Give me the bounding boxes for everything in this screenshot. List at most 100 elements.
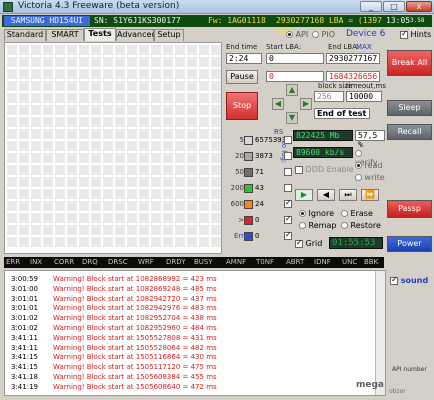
remap-radio[interactable]: Remap [299, 221, 336, 230]
pause-button[interactable]: Pause [226, 70, 258, 84]
sector-block [187, 225, 197, 235]
sector-block [199, 201, 209, 211]
ddd-enable-checkbox[interactable]: DDD Enable [295, 165, 354, 174]
erase-radio[interactable]: Erase [341, 209, 373, 218]
power-button[interactable]: Power [387, 236, 432, 252]
drive-serial: SN: S1Y6J1KS300177 [94, 16, 181, 25]
sector-block [163, 165, 173, 175]
drive-firmware: Fw: 1AG01118 [208, 16, 266, 25]
sector-block [187, 45, 197, 55]
log-time: 3:00:59 [11, 275, 38, 283]
sector-block [211, 105, 221, 115]
arrow-down-icon[interactable]: ▼ [286, 112, 298, 124]
stat-count: 3873 [255, 152, 273, 160]
api-number-label: API number [392, 366, 427, 373]
ignore-radio[interactable]: Ignore [299, 209, 334, 218]
drive-lba: 2930277168 LBA = (1397 GB) [276, 16, 382, 35]
passp-button[interactable]: Passp [387, 200, 432, 218]
log-time: 3:41:15 [11, 353, 38, 362]
sector-block [187, 153, 197, 163]
pio-radio[interactable]: PIO [312, 30, 335, 39]
start-lba-input[interactable]: 0 [266, 53, 324, 64]
stat-log-checkbox[interactable] [284, 184, 292, 192]
sector-block [151, 153, 161, 163]
play-button[interactable]: ▶ [295, 189, 313, 201]
sector-block [139, 69, 149, 79]
sector-block [175, 177, 185, 187]
sector-block [139, 225, 149, 235]
sector-block [175, 237, 185, 247]
sector-block [79, 153, 89, 163]
sector-block [211, 237, 221, 247]
sector-block [31, 81, 41, 91]
sector-block [139, 57, 149, 67]
block-size-select[interactable]: 256 [314, 91, 344, 102]
sector-block [163, 57, 173, 67]
sound-checkbox[interactable]: sound [390, 275, 428, 285]
end-lba-max[interactable]: MAX [356, 43, 372, 51]
break-all-button[interactable]: Break All [387, 50, 432, 76]
sector-block [79, 141, 89, 151]
stat-threshold: Err [233, 232, 244, 240]
sector-block [55, 189, 65, 199]
stat-row: >0 [224, 214, 292, 227]
arrow-right-icon[interactable]: ▶ [300, 98, 312, 110]
sector-block [43, 69, 53, 79]
arrow-left-icon[interactable]: ◀ [272, 98, 284, 110]
stat-log-checkbox[interactable] [284, 214, 292, 224]
stat-log-checkbox[interactable] [284, 230, 292, 240]
stat-log-checkbox[interactable] [284, 168, 292, 176]
write-radio[interactable]: write [355, 173, 385, 182]
sector-block [115, 45, 125, 55]
sleep-button[interactable]: Sleep [387, 100, 432, 116]
stat-row: Err 0 [224, 230, 292, 243]
timeout-select[interactable]: 10000 [346, 91, 382, 102]
sector-block [199, 105, 209, 115]
sector-block [127, 117, 137, 127]
log-scrollbar[interactable] [375, 271, 385, 395]
hints-checkbox[interactable]: Hints [400, 29, 431, 39]
sector-block [211, 213, 221, 223]
end-time-input[interactable]: 2:24 [226, 53, 262, 64]
sector-block [127, 69, 137, 79]
close-button[interactable]: x [406, 1, 432, 12]
sector-block [55, 45, 65, 55]
sector-block [19, 237, 29, 247]
tab-tests[interactable]: Tests [84, 28, 116, 41]
grid-checkbox[interactable]: Grid [295, 238, 322, 248]
end-action-select[interactable]: End of test [314, 108, 370, 119]
sector-block [199, 225, 209, 235]
maximize-button[interactable]: □ [383, 1, 405, 12]
timeout-label: timeout,ms [346, 82, 386, 90]
log-time: 3:01:01 [11, 304, 38, 313]
stat-log-checkbox[interactable] [284, 152, 292, 160]
current-lba: 1684326656 [326, 71, 380, 82]
tab-setup[interactable]: Setup [154, 29, 184, 41]
sector-block [115, 81, 125, 91]
stat-log-checkbox[interactable] [284, 136, 292, 144]
sector-block [7, 45, 17, 55]
recall-button[interactable]: Recall [387, 124, 432, 140]
restore-radio[interactable]: Restore [341, 221, 381, 230]
back-button[interactable]: ◀ [317, 189, 335, 201]
stat-log-checkbox[interactable] [284, 198, 292, 208]
skip-button[interactable]: ⏭ [339, 189, 357, 201]
sector-block [175, 105, 185, 115]
end-button[interactable]: ⏩ [361, 189, 379, 201]
tab-smart[interactable]: SMART [46, 29, 84, 41]
sector-block [151, 201, 161, 211]
tab-advanced[interactable]: Advanced [116, 29, 157, 41]
api-radio[interactable]: API [286, 30, 308, 39]
arrow-up-icon[interactable]: ▲ [286, 84, 298, 96]
sector-block [199, 141, 209, 151]
stop-button[interactable]: Stop [226, 92, 258, 120]
log-time: 3:41:11 [11, 343, 38, 352]
sector-block [7, 69, 17, 79]
sector-block [127, 213, 137, 223]
end-lba-input[interactable]: 2930277167 [326, 53, 380, 64]
tab-standard[interactable]: Standard [4, 29, 46, 41]
sector-block [163, 93, 173, 103]
read-radio[interactable]: read [355, 161, 383, 170]
sector-block [43, 225, 53, 235]
minimize-button[interactable]: _ [360, 1, 382, 12]
